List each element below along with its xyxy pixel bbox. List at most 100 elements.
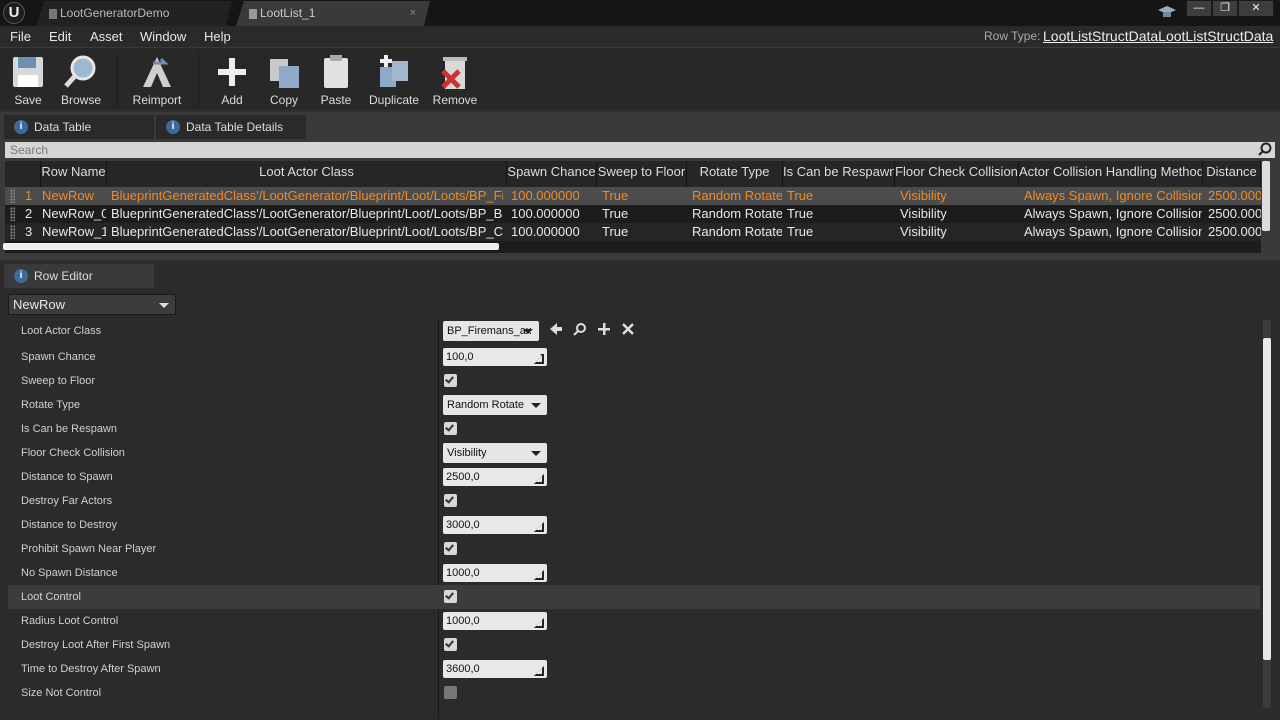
duplicate-button[interactable]: Duplicate [366, 50, 422, 110]
spawn-chance-field[interactable]: 100,0 [443, 348, 547, 366]
property-row-loot-control: Loot Control [8, 585, 1260, 609]
row-index: 2 [25, 206, 33, 221]
column-header-rotate-type[interactable]: Rotate Type [687, 161, 783, 187]
drag-resize-icon[interactable] [534, 664, 544, 676]
reimport-button[interactable]: Reimport [128, 50, 186, 110]
column-header-collision-handling[interactable]: Actor Collision Handling Method [1019, 161, 1203, 187]
destroy-loot-after-first-spawn-checkbox[interactable] [444, 638, 457, 651]
property-label: Distance to Spawn [21, 471, 113, 483]
is-can-be-respawn-checkbox[interactable] [444, 422, 457, 435]
table-row[interactable]: 1 NewRow BlueprintGeneratedClass'/LootGe… [5, 187, 1261, 205]
tab-loot-generator-demo[interactable]: LootGeneratorDemo [36, 1, 232, 26]
property-row-distance-to-spawn: Distance to Spawn 2500,0 [8, 465, 1260, 489]
search-input[interactable]: Search [5, 142, 1275, 158]
toolbar-divider [117, 52, 118, 106]
menu-window[interactable]: Window [140, 26, 186, 47]
table-row[interactable]: 2 NewRow_0 BlueprintGeneratedClass'/Loot… [5, 205, 1261, 223]
menu-edit[interactable]: Edit [49, 26, 71, 47]
close-tab-icon[interactable]: × [410, 1, 416, 25]
close-window-button[interactable]: ✕ [1238, 0, 1274, 17]
column-header-row-name[interactable]: Row Name [41, 161, 107, 187]
spawn-chance-cell: 100.000000 [511, 224, 580, 239]
duplicate-icon [376, 53, 412, 91]
search-icon[interactable] [1258, 142, 1272, 156]
loot-control-checkbox[interactable] [444, 590, 457, 603]
plus-icon[interactable] [596, 322, 612, 338]
menu-asset[interactable]: Asset [90, 26, 123, 47]
data-table-grid: Row Name Loot Actor Class Spawn Chance S… [5, 161, 1261, 253]
drag-resize-icon[interactable] [534, 472, 544, 484]
menu-help[interactable]: Help [204, 26, 231, 47]
time-to-destroy-after-spawn-field[interactable]: 3600,0 [443, 660, 547, 678]
drag-handle-icon[interactable] [10, 225, 15, 239]
table-vertical-scrollbar[interactable] [1262, 161, 1270, 231]
destroy-far-actors-checkbox[interactable] [444, 494, 457, 507]
drag-resize-icon[interactable] [534, 568, 544, 580]
copy-button[interactable]: Copy [262, 50, 306, 110]
sweep-to-floor-checkbox[interactable] [444, 374, 457, 387]
table-horizontal-scrollbar[interactable] [3, 243, 499, 250]
drag-resize-icon[interactable] [534, 520, 544, 532]
loot-actor-class-combo[interactable]: BP_Firemans_ax [443, 321, 539, 341]
graduation-cap-icon[interactable] [1158, 4, 1176, 20]
property-label: Distance to Destroy [21, 519, 117, 531]
tab-row-editor[interactable]: i Row Editor [4, 264, 154, 288]
tab-label: LootList_1 [260, 6, 316, 20]
add-button[interactable]: Add [212, 50, 252, 110]
distance-to-spawn-field[interactable]: 2500,0 [443, 468, 547, 486]
drag-resize-icon[interactable] [534, 352, 544, 364]
arrow-left-icon[interactable] [548, 322, 564, 338]
tab-data-table-details[interactable]: i Data Table Details [156, 115, 306, 139]
search-placeholder: Search [10, 143, 49, 157]
paste-button[interactable]: Paste [316, 50, 356, 110]
remove-button[interactable]: Remove [432, 50, 478, 110]
drag-resize-icon[interactable] [534, 616, 544, 628]
row-type-link[interactable]: LootListStructDataLootListStructData [1043, 26, 1273, 47]
distance-cell: 2500.000 [1208, 224, 1261, 239]
column-header-sweep-to-floor[interactable]: Sweep to Floor [597, 161, 687, 187]
combo-value: BP_Firemans_ax [447, 325, 532, 337]
paste-label: Paste [320, 93, 352, 107]
row-select-dropdown[interactable]: NewRow [8, 294, 176, 315]
tab-label: Data Table Details [186, 120, 284, 134]
tab-label: Row Editor [34, 269, 93, 283]
clear-x-icon[interactable] [620, 322, 636, 338]
menu-file[interactable]: File [10, 26, 31, 47]
toolbar: Save Browse Reimport Add Copy Paste Dupl… [0, 47, 1280, 110]
minimize-button[interactable]: — [1186, 0, 1212, 17]
drag-handle-icon[interactable] [10, 207, 15, 221]
radius-loot-control-field[interactable]: 1000,0 [443, 612, 547, 630]
rotate-type-select[interactable]: Random Rotate [443, 395, 547, 415]
tab-label: Data Table [34, 120, 92, 134]
reimport-icon [139, 53, 175, 91]
column-header-loot-actor-class[interactable]: Loot Actor Class [107, 161, 507, 187]
field-value: 2500,0 [446, 471, 480, 483]
save-button[interactable]: Save [6, 50, 50, 110]
tab-loot-list[interactable]: LootList_1 × [236, 1, 430, 26]
unreal-logo-icon[interactable]: U [3, 2, 25, 24]
tab-data-table[interactable]: i Data Table [4, 115, 154, 139]
copy-icon [266, 53, 302, 91]
spawn-chance-cell: 100.000000 [511, 206, 580, 221]
chevron-down-icon [531, 451, 541, 456]
browse-button[interactable]: Browse [58, 50, 104, 110]
column-header-distance[interactable]: Distance [1203, 161, 1261, 187]
browse-search-icon[interactable] [572, 322, 588, 338]
rotate-type-cell: Random Rotate [692, 206, 782, 221]
save-icon [10, 53, 46, 91]
clipboard-icon [318, 53, 354, 91]
column-header-floor-check-collision[interactable]: Floor Check Collision [895, 161, 1019, 187]
no-spawn-distance-field[interactable]: 1000,0 [443, 564, 547, 582]
drag-handle-icon[interactable] [10, 189, 15, 203]
property-label: Spawn Chance [21, 351, 96, 363]
property-row-radius-loot-control: Radius Loot Control 1000,0 [8, 609, 1260, 633]
maximize-button[interactable]: ❐ [1212, 0, 1238, 17]
column-header-spawn-chance[interactable]: Spawn Chance [507, 161, 597, 187]
prohibit-spawn-near-player-checkbox[interactable] [444, 542, 457, 555]
floor-check-collision-select[interactable]: Visibility [443, 443, 547, 463]
size-not-control-checkbox[interactable] [444, 686, 457, 699]
column-header-is-can-be-respawn[interactable]: Is Can be Respawn [783, 161, 895, 187]
property-scrollbar[interactable] [1263, 338, 1271, 660]
table-row[interactable]: 3 NewRow_1 BlueprintGeneratedClass'/Loot… [5, 223, 1261, 241]
distance-to-destroy-field[interactable]: 3000,0 [443, 516, 547, 534]
